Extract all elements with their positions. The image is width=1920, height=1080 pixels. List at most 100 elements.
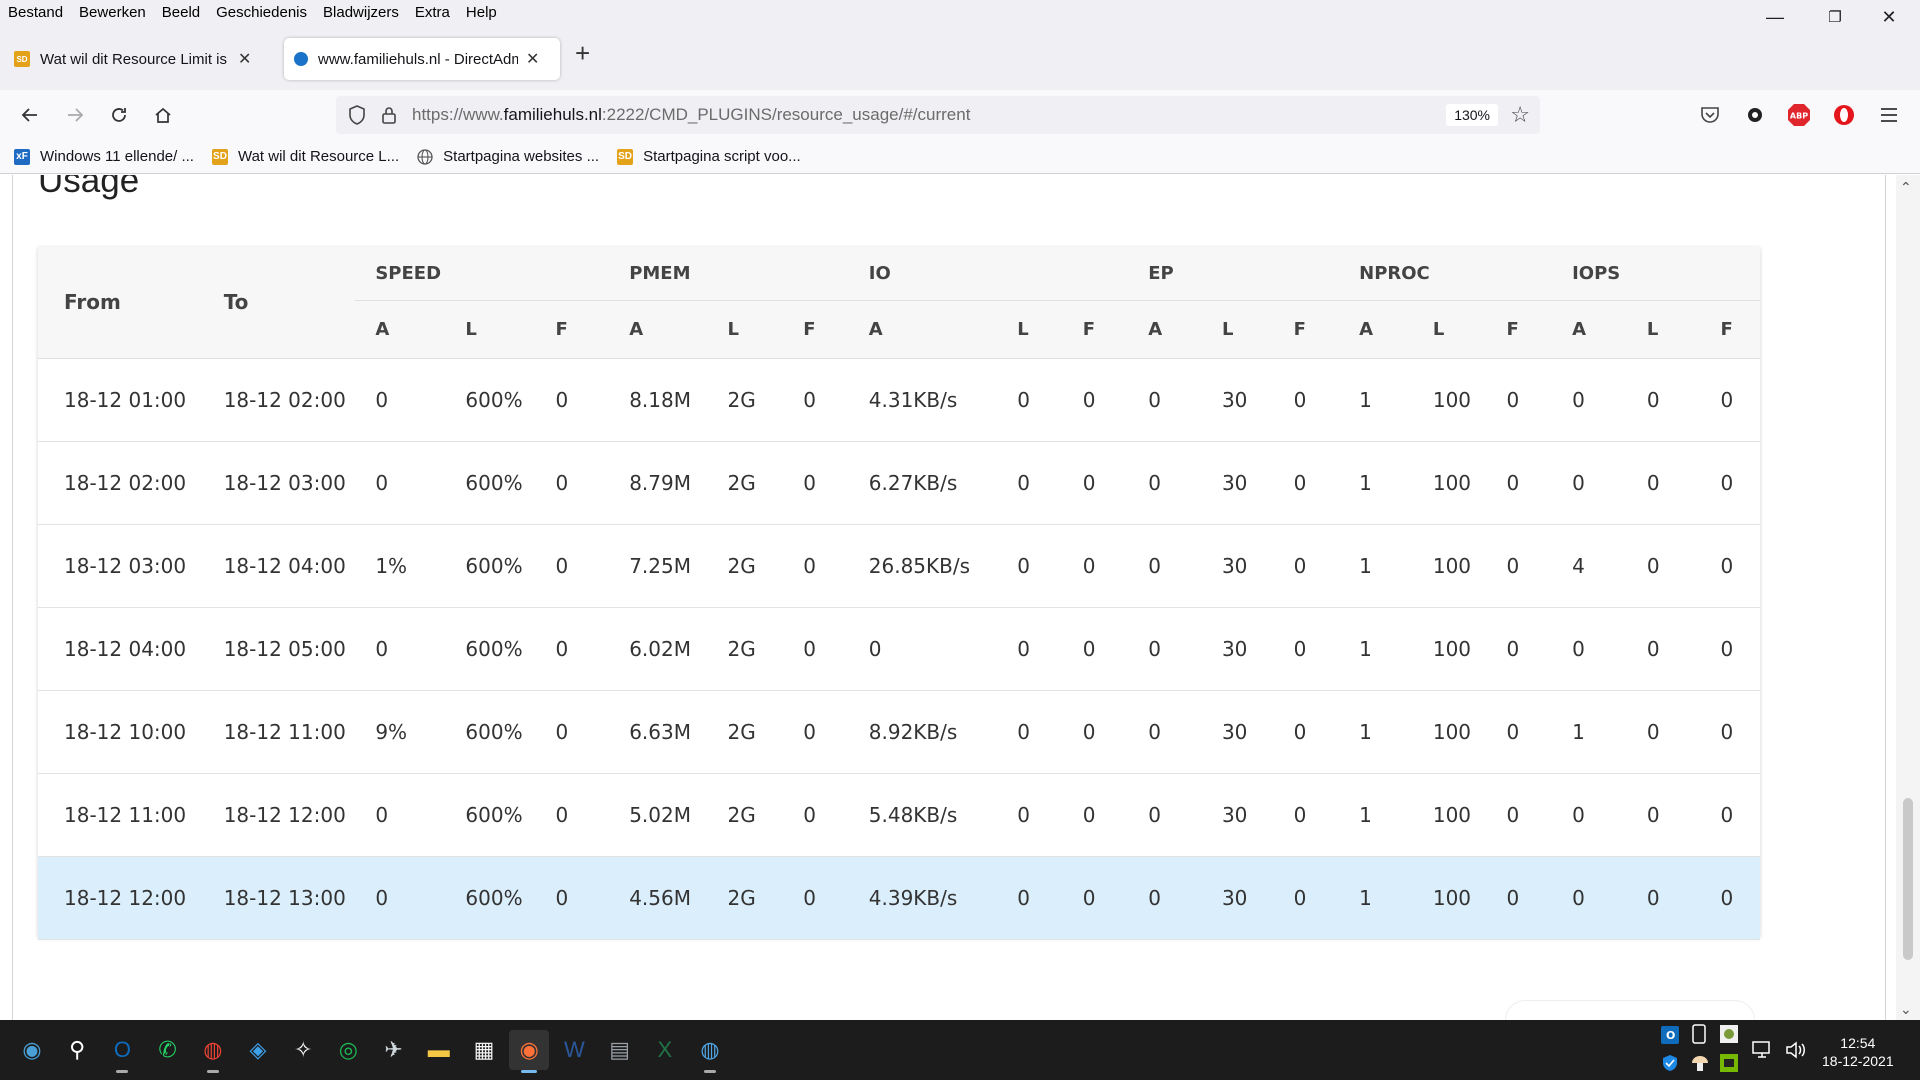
table-row[interactable]: 18-12 03:00 18-12 04:00 1% 600% 0 7.25M 2G 0 26.… [38,524,1760,608]
table-row[interactable]: 18-12 01:00 18-12 02:00 0 600% 0 8.18M 2G 0 4.31… [38,358,1760,442]
taskbar-clock[interactable]: 12:54 18-12-2021 [1822,1034,1894,1070]
scroll-up-arrow-icon[interactable]: ⌃ [1900,179,1912,196]
column-group-iops: IOPS [1552,247,1760,301]
bookmark-item[interactable]: SD Wat wil dit Resource L... [211,148,399,165]
bookmark-item[interactable]: xF Windows 11 ellende/ ... [14,148,194,165]
adblock-plus-icon[interactable]: ABP [1786,102,1812,128]
column-header-iops-a[interactable]: A [1552,300,1627,359]
mushroom-tray-icon[interactable] [1691,1054,1709,1072]
cell-value: 0 [1128,607,1202,691]
security-shield-tray-icon[interactable] [1661,1054,1679,1072]
column-header-ep-a[interactable]: A [1128,300,1202,359]
column-group-nproc: NPROC [1339,247,1553,301]
firefox-icon[interactable]: ◉ [509,1030,550,1073]
cell-value: 0 [1273,773,1340,857]
column-header-pmem-l[interactable]: L [707,300,784,359]
chrome-icon[interactable]: ◍ [193,1030,233,1073]
column-header-io-f[interactable]: F [1062,300,1129,359]
outlook-tray-icon[interactable]: O [1661,1026,1679,1044]
table-row[interactable]: 18-12 02:00 18-12 03:00 0 600% 0 8.79M 2G 0 6.27… [38,441,1760,525]
url-text[interactable]: https://www.familiehuls.nl:2222/CMD_PLUG… [412,105,970,125]
start-button[interactable]: ◉ [12,1030,52,1070]
excel-icon[interactable]: X [645,1030,685,1070]
column-header-to[interactable]: To [197,247,356,359]
menu-item-geschiedenis[interactable]: Geschiedenis [208,4,315,21]
phone-tray-icon[interactable] [1692,1024,1706,1044]
globe-app-icon[interactable]: ◍ [690,1030,730,1073]
word-icon[interactable]: W [554,1030,594,1070]
cell-value: 30 [1201,441,1274,525]
back-button[interactable] [15,100,45,130]
scrollbar-thumb[interactable] [1903,798,1913,960]
cell-value: 0 [1626,441,1701,525]
bookmark-item[interactable]: Startpagina websites ... [417,148,599,165]
column-header-nproc-a[interactable]: A [1339,300,1413,359]
column-header-iops-f[interactable]: F [1700,300,1760,359]
column-header-ep-l[interactable]: L [1201,300,1274,359]
calculator-icon[interactable]: ▤ [600,1030,640,1070]
menu-item-bestand[interactable]: Bestand [0,4,71,21]
reload-button[interactable] [104,100,134,130]
table-row[interactable]: 18-12 12:00 18-12 13:00 0 600% 0 4.56M 2G 0 4.39… [38,856,1760,940]
bookmark-item[interactable]: SD Startpagina script voo... [617,148,801,165]
column-header-from[interactable]: From [38,247,198,359]
table-row[interactable]: 18-12 10:00 18-12 11:00 9% 600% 0 6.63M 2G 0 8.9… [38,690,1760,774]
vertical-scrollbar[interactable]: ⌃ ⌄ [1896,175,1920,1020]
network-icon[interactable] [1752,1041,1774,1059]
home-button[interactable] [148,100,178,130]
column-header-nproc-l[interactable]: L [1412,300,1487,359]
close-tab-icon[interactable]: ✕ [526,49,539,69]
opera-icon[interactable] [1831,102,1857,128]
column-header-nproc-f[interactable]: F [1486,300,1553,359]
menu-item-bewerken[interactable]: Bewerken [71,4,154,21]
fox-icon[interactable]: ✧ [283,1030,323,1070]
column-header-pmem-a[interactable]: A [609,300,708,359]
table-row[interactable]: 18-12 04:00 18-12 05:00 0 600% 0 6.02M 2G 0 0 0 0 0… [38,607,1760,691]
pocket-icon[interactable] [1697,102,1723,128]
new-tab-button[interactable]: + [575,38,590,69]
url-bar[interactable]: https://www.familiehuls.nl:2222/CMD_PLUG… [336,96,1540,134]
zoom-level[interactable]: 130% [1446,104,1498,126]
menu-item-bladwijzers[interactable]: Bladwijzers [315,4,407,21]
menu-hamburger-icon[interactable] [1876,102,1902,128]
file-explorer-icon[interactable]: ▬ [419,1030,459,1070]
lock-icon[interactable] [378,104,400,126]
column-header-speed-a[interactable]: A [355,300,446,359]
column-header-pmem-f[interactable]: F [783,300,849,359]
plane-icon[interactable]: ✈ [374,1030,414,1070]
extension-icon[interactable] [1742,102,1768,128]
outlook-icon[interactable]: O [102,1030,142,1073]
column-group-ep: EP [1128,247,1340,301]
scroll-down-arrow-icon[interactable]: ⌄ [1900,1001,1912,1018]
column-header-io-a[interactable]: A [848,300,998,359]
spotify-icon[interactable]: ◎ [328,1030,368,1070]
column-header-speed-l[interactable]: L [445,300,536,359]
volume-icon[interactable] [1785,1041,1807,1059]
search-icon[interactable]: ⚲ [57,1030,97,1070]
tab-resource-limit[interactable]: SD Wat wil dit Resource Limit is Re ✕ [4,38,276,80]
table-row[interactable]: 18-12 11:00 18-12 12:00 0 600% 0 5.02M 2G 0 5.48… [38,773,1760,857]
nvidia-tray-icon[interactable] [1720,1054,1738,1072]
column-header-speed-f[interactable]: F [535,300,610,359]
column-header-iops-l[interactable]: L [1626,300,1701,359]
tray-app-icon[interactable] [1720,1025,1738,1043]
cell-value: 0 [355,856,446,940]
menu-item-extra[interactable]: Extra [407,4,458,21]
menu-item-beeld[interactable]: Beeld [154,4,208,21]
cell-value: 100 [1412,524,1487,608]
tab-directadmin[interactable]: www.familiehuls.nl - DirectAdm ✕ [284,38,560,80]
whatsapp-icon[interactable]: ✆ [148,1030,188,1070]
cell-value: 2G [707,441,784,525]
cell-value: 0 [1700,773,1760,857]
menu-item-help[interactable]: Help [458,4,505,21]
store-icon[interactable]: ▦ [464,1030,504,1070]
forward-button[interactable] [60,100,90,130]
column-header-io-l[interactable]: L [997,300,1063,359]
shield-icon[interactable] [346,104,368,126]
column-header-ep-f[interactable]: F [1273,300,1340,359]
directadmin-favicon-icon [294,52,308,66]
cell-value: 0 [783,607,849,691]
remote-icon[interactable]: ◈ [238,1030,278,1070]
close-tab-icon[interactable]: ✕ [238,49,251,69]
bookmark-star-icon[interactable]: ☆ [1510,102,1530,128]
